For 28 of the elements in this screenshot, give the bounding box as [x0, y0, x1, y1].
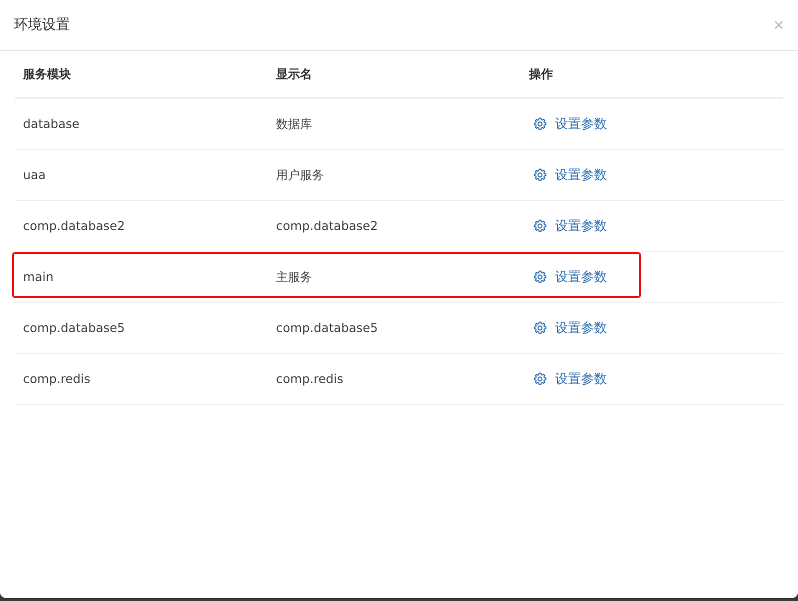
table-cell-text: database: [22, 117, 81, 131]
table-cell-text: comp.database5: [275, 321, 379, 335]
settings-link[interactable]: 设置参数: [533, 318, 607, 336]
column-header: 显示名: [275, 66, 313, 82]
settings-icon: [533, 218, 547, 232]
table-cell-text: comp.redis: [275, 372, 344, 386]
settings-icon: [533, 372, 547, 386]
settings-icon: [533, 168, 547, 182]
settings-link[interactable]: 设置参数: [533, 216, 607, 234]
column-header: 服务模块: [22, 66, 72, 82]
table-cell-text: comp.database2: [22, 219, 126, 233]
settings-icon: [533, 320, 547, 334]
table-cell-text: 用户服务: [275, 166, 325, 184]
dialog-title: 环境设置: [14, 16, 70, 34]
settings-icon: [533, 270, 547, 284]
settings-link[interactable]: 设置参数: [533, 370, 607, 388]
settings-link[interactable]: 设置参数: [533, 114, 607, 132]
table-cell-text: uaa: [22, 168, 47, 182]
settings-link[interactable]: 设置参数: [533, 268, 607, 286]
table-cell-text: 主服务: [275, 268, 313, 286]
table-cell-text: comp.database2: [275, 219, 379, 233]
column-header: 操作: [528, 66, 554, 82]
table-cell-text: comp.database5: [22, 321, 126, 335]
table-cell-text: 数据库: [275, 116, 313, 132]
settings-icon: [533, 116, 547, 130]
settings-link[interactable]: 设置参数: [533, 166, 607, 184]
table-cell-text: comp.redis: [22, 372, 92, 386]
table-cell-text: main: [22, 270, 54, 284]
